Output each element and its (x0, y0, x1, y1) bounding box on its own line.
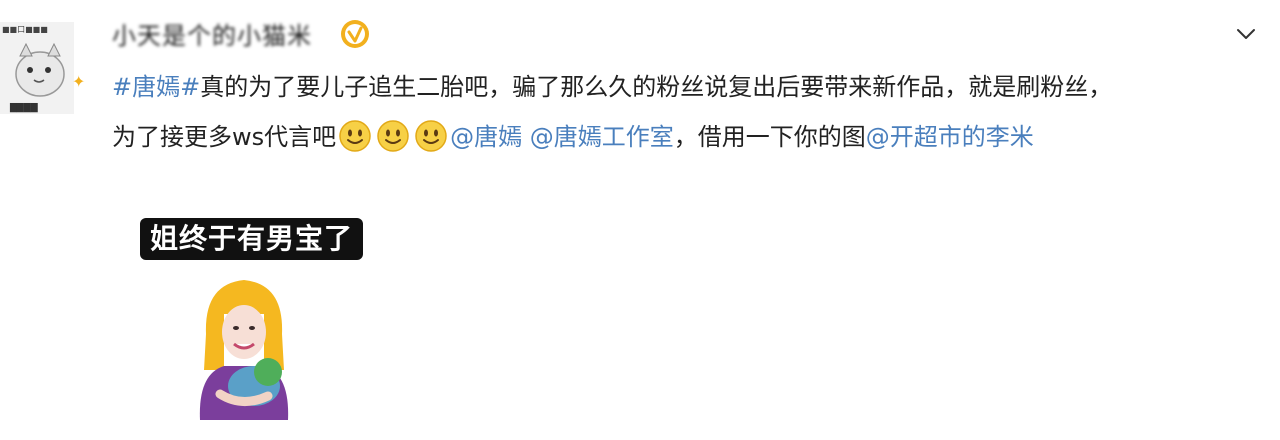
verified-icon (341, 20, 369, 48)
post-body-text: 真的为了要儿子追生二胎吧，骗了那么久的粉丝说复出后要带来新作品，就是刷粉丝， (200, 73, 1113, 101)
username[interactable]: 小天是个的小猫米 (112, 20, 312, 52)
svg-text:▇▇▇▇: ▇▇▇▇ (9, 102, 39, 113)
chevron-down-icon[interactable] (1234, 22, 1258, 46)
sticker-caption: 姐终于有男宝了 (140, 218, 364, 260)
post-text: #唐嫣#真的为了要儿子追生二胎吧，骗了那么久的粉丝说复出后要带来新作品，就是刷粉… (112, 62, 1222, 162)
sticker-image[interactable]: 姐终于有男宝了 (140, 218, 380, 420)
smile-emoji-icon (415, 120, 447, 152)
hashtag-link[interactable]: #唐嫣# (112, 73, 200, 101)
user-avatar[interactable]: ■■口■■■ ▇▇▇▇ (0, 22, 74, 114)
mention-link-2[interactable]: @唐嫣工作室 (530, 123, 674, 151)
smile-emoji-icon (339, 120, 371, 152)
svg-text:■■口■■■: ■■口■■■ (2, 25, 48, 34)
smile-emoji-icon (377, 120, 409, 152)
avatar-star-icon: ✦ (72, 72, 86, 91)
post-body-text-2: 为了接更多ws代言吧 (112, 123, 337, 151)
weibo-post: ■■口■■■ ▇▇▇▇ ✦ 小天是个的小猫米 #唐嫣#真的为了要儿子追生二胎吧，… (0, 0, 1280, 440)
mother-holding-baby-icon (199, 280, 289, 420)
post-text-line-1: #唐嫣#真的为了要儿子追生二胎吧，骗了那么久的粉丝说复出后要带来新作品，就是刷粉… (112, 62, 1222, 112)
post-text-line-2: 为了接更多ws代言吧 @唐嫣 @唐嫣工作室，借用一下你的图@开超市的李米 (112, 112, 1222, 162)
post-body-text-3: ，借用一下你的图 (673, 123, 866, 151)
mention-link-3[interactable]: @开超市的李米 (866, 123, 1034, 151)
mention-link-1[interactable]: @唐嫣 (450, 123, 522, 151)
